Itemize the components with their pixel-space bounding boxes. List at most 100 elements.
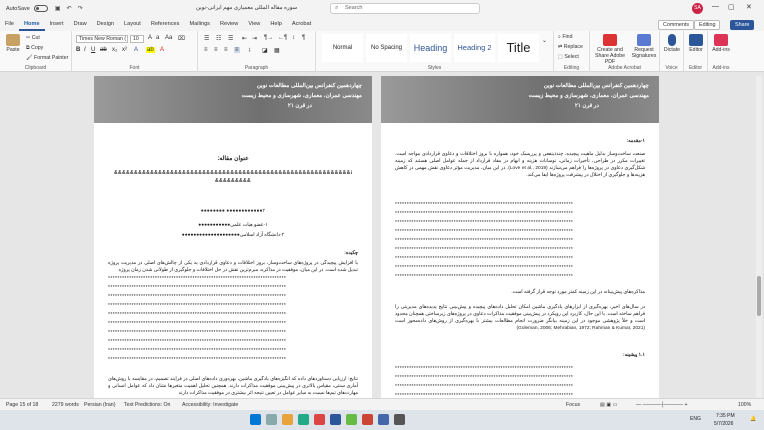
language-status[interactable]: Persian (Iran) [84, 402, 115, 408]
undo-icon[interactable]: ↶ [67, 5, 72, 12]
rtl-icon[interactable]: ←¶ [278, 35, 287, 41]
decrease-indent-icon[interactable]: ⇤ [242, 35, 247, 42]
right-page[interactable]: چهاردهمین کنفرانس بین‌المللی مطالعات نوی… [381, 76, 659, 398]
multilevel-list-icon[interactable]: ☰ [228, 35, 233, 42]
show-marks-icon[interactable]: ¶ [302, 35, 305, 41]
redo-icon[interactable]: ↷ [78, 5, 83, 12]
comments-button[interactable]: Comments [658, 20, 695, 30]
view-icons[interactable]: ▤ ▣ ▭ [600, 402, 618, 408]
shrink-font-icon[interactable]: a [156, 35, 159, 41]
clear-format-icon[interactable]: ⌧ [178, 35, 185, 42]
focus-button[interactable]: Focus [566, 402, 580, 408]
tab-references[interactable]: References [146, 17, 185, 31]
font-name-select[interactable]: Times New Roman ( [76, 35, 128, 43]
dictate-button[interactable]: Dictate [662, 34, 682, 53]
clock-date[interactable]: 5/7/2026 [714, 421, 733, 427]
edge-icon[interactable] [298, 414, 309, 425]
font-color-icon[interactable]: A [160, 47, 164, 53]
start-icon[interactable] [250, 414, 261, 425]
tab-acrobat[interactable]: Acrobat [287, 17, 316, 31]
numbering-icon[interactable]: ☷ [216, 35, 221, 42]
clock-time[interactable]: 7:35 PM [716, 413, 735, 419]
copy-button[interactable]: ⧉ Copy [26, 45, 43, 51]
tab-help[interactable]: Help [265, 17, 287, 31]
zoom-level[interactable]: 100% [738, 402, 751, 408]
vertical-scrollbar[interactable] [756, 76, 762, 398]
text-predictions-status[interactable]: Text Predictions: On [124, 402, 170, 408]
bold-icon[interactable]: B [76, 47, 80, 53]
superscript-icon[interactable]: x² [122, 47, 127, 53]
tab-view[interactable]: View [243, 17, 265, 31]
style-heading-2[interactable]: Heading 2 [454, 34, 495, 62]
maximize-icon[interactable]: ▢ [728, 3, 735, 11]
line-spacing-icon[interactable]: ↨ [248, 47, 251, 53]
grow-font-icon[interactable]: A [148, 35, 152, 41]
style-title[interactable]: Title [498, 34, 539, 62]
scrollbar-thumb[interactable] [757, 276, 761, 316]
change-case-icon[interactable]: Aa [165, 35, 172, 41]
chrome-icon[interactable] [314, 414, 325, 425]
font-size-select[interactable]: 10 [130, 35, 144, 43]
search-taskbar-icon[interactable] [266, 414, 277, 425]
format-painter-button[interactable]: 🖌 Format Painter [26, 55, 68, 61]
replace-button[interactable]: ⇄ Replace [558, 44, 583, 50]
tab-layout[interactable]: Layout [119, 17, 146, 31]
find-button[interactable]: ⌕ Find [558, 34, 572, 40]
page-count[interactable]: Page 15 of 18 [6, 402, 38, 408]
zoom-slider[interactable]: — ─────┼───── + [636, 402, 688, 408]
notification-icon[interactable]: 🔔 [750, 416, 756, 422]
style-normal[interactable]: Normal [322, 34, 363, 62]
justify-icon[interactable]: ≡ [234, 47, 240, 53]
borders-icon[interactable]: ▦ [274, 47, 280, 54]
autosave-toggle[interactable] [33, 5, 48, 12]
share-button[interactable]: Share [730, 20, 755, 30]
minimize-icon[interactable]: — [712, 3, 719, 10]
styles-scroll-icon[interactable]: ⌄ [542, 37, 547, 44]
subscript-icon[interactable]: x₂ [112, 47, 117, 53]
word-icon[interactable] [330, 414, 341, 425]
tab-mailings[interactable]: Mailings [184, 17, 215, 31]
text-effects-icon[interactable]: A [134, 47, 138, 53]
sort-icon[interactable]: ↕ [292, 35, 295, 41]
italic-icon[interactable]: I [84, 47, 86, 53]
avatar[interactable]: SA [692, 3, 703, 14]
align-center-icon[interactable]: ≡ [214, 47, 218, 53]
excel-icon[interactable] [346, 414, 357, 425]
telegram-icon[interactable] [378, 414, 389, 425]
select-button[interactable]: ⬚ Select [558, 54, 579, 60]
cut-button[interactable]: ✂ Cut [26, 35, 40, 41]
strikethrough-icon[interactable]: ab [100, 47, 107, 53]
align-left-icon[interactable]: ≡ [204, 47, 208, 53]
settings-icon[interactable] [394, 414, 405, 425]
underline-icon[interactable]: U [91, 47, 95, 53]
close-icon[interactable]: ✕ [746, 3, 752, 11]
increase-indent-icon[interactable]: ⇥ [252, 35, 257, 42]
tab-home[interactable]: Home [19, 17, 45, 31]
search-input[interactable]: ⌕ Search [330, 3, 480, 14]
editing-mode-button[interactable]: Editing [694, 20, 721, 30]
style-no-spacing[interactable]: No Spacing [366, 34, 407, 62]
highlight-icon[interactable]: ab [146, 47, 155, 53]
accessibility-status[interactable]: Accessibility: Investigate [182, 402, 238, 408]
bullets-icon[interactable]: ☰ [204, 35, 209, 42]
save-icon[interactable]: ▣ [55, 5, 61, 12]
word-count[interactable]: 2279 words [52, 402, 79, 408]
shading-icon[interactable]: ◪ [262, 47, 268, 54]
input-language[interactable]: ENG [690, 416, 701, 422]
powerpoint-icon[interactable] [362, 414, 373, 425]
paste-button[interactable]: Paste [4, 34, 22, 53]
editor-button[interactable]: Editor [686, 34, 706, 53]
style-heading[interactable]: Heading [410, 34, 451, 62]
align-right-icon[interactable]: ≡ [224, 47, 228, 53]
tab-design[interactable]: Design [92, 17, 119, 31]
request-signatures-button[interactable]: Request Signatures [630, 34, 658, 59]
tab-review[interactable]: Review [215, 17, 243, 31]
file-explorer-icon[interactable] [282, 414, 293, 425]
tab-draw[interactable]: Draw [69, 17, 92, 31]
tab-insert[interactable]: Insert [45, 17, 69, 31]
ltr-icon[interactable]: ¶→ [264, 35, 273, 41]
left-page[interactable]: چهاردهمین کنفرانس بین‌المللی مطالعات نوی… [94, 76, 372, 398]
create-share-pdf-button[interactable]: Create and Share Adobe PDF [592, 34, 628, 65]
tab-file[interactable]: File [0, 17, 19, 31]
addins-button[interactable]: Add-ins [710, 34, 732, 53]
